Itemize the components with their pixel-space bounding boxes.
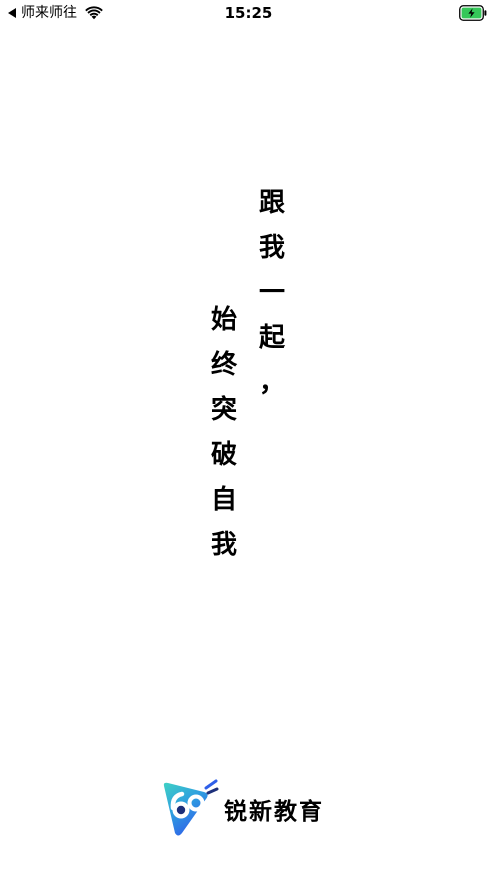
- status-time: 15:25: [224, 4, 273, 22]
- slogan-char: 我: [210, 530, 237, 560]
- slogan-char: 终: [210, 350, 237, 380]
- slogan-char: 破: [210, 440, 237, 470]
- brand-logo: 锐新教育: [160, 778, 324, 840]
- ruixin-logo-icon: [163, 779, 219, 836]
- battery-charging-icon: [459, 5, 487, 21]
- slogan-char: 自: [210, 485, 237, 515]
- slogan-char: 我: [258, 233, 285, 263]
- status-bar: 师来师往 15:25: [0, 0, 497, 26]
- slogan-line-2: 始 终 突 破 自 我: [204, 298, 244, 568]
- brand-name: 锐新教育: [224, 799, 324, 825]
- slogan-line-1: 跟 我 一 起 ，: [252, 181, 292, 406]
- slogan-char: ，: [258, 368, 285, 398]
- slogan-char: 起: [258, 323, 285, 353]
- slogan-char: 一: [258, 278, 285, 308]
- slogan-char: 突: [210, 395, 237, 425]
- slogan-char: 始: [210, 305, 237, 335]
- slogan-char: 跟: [258, 188, 285, 218]
